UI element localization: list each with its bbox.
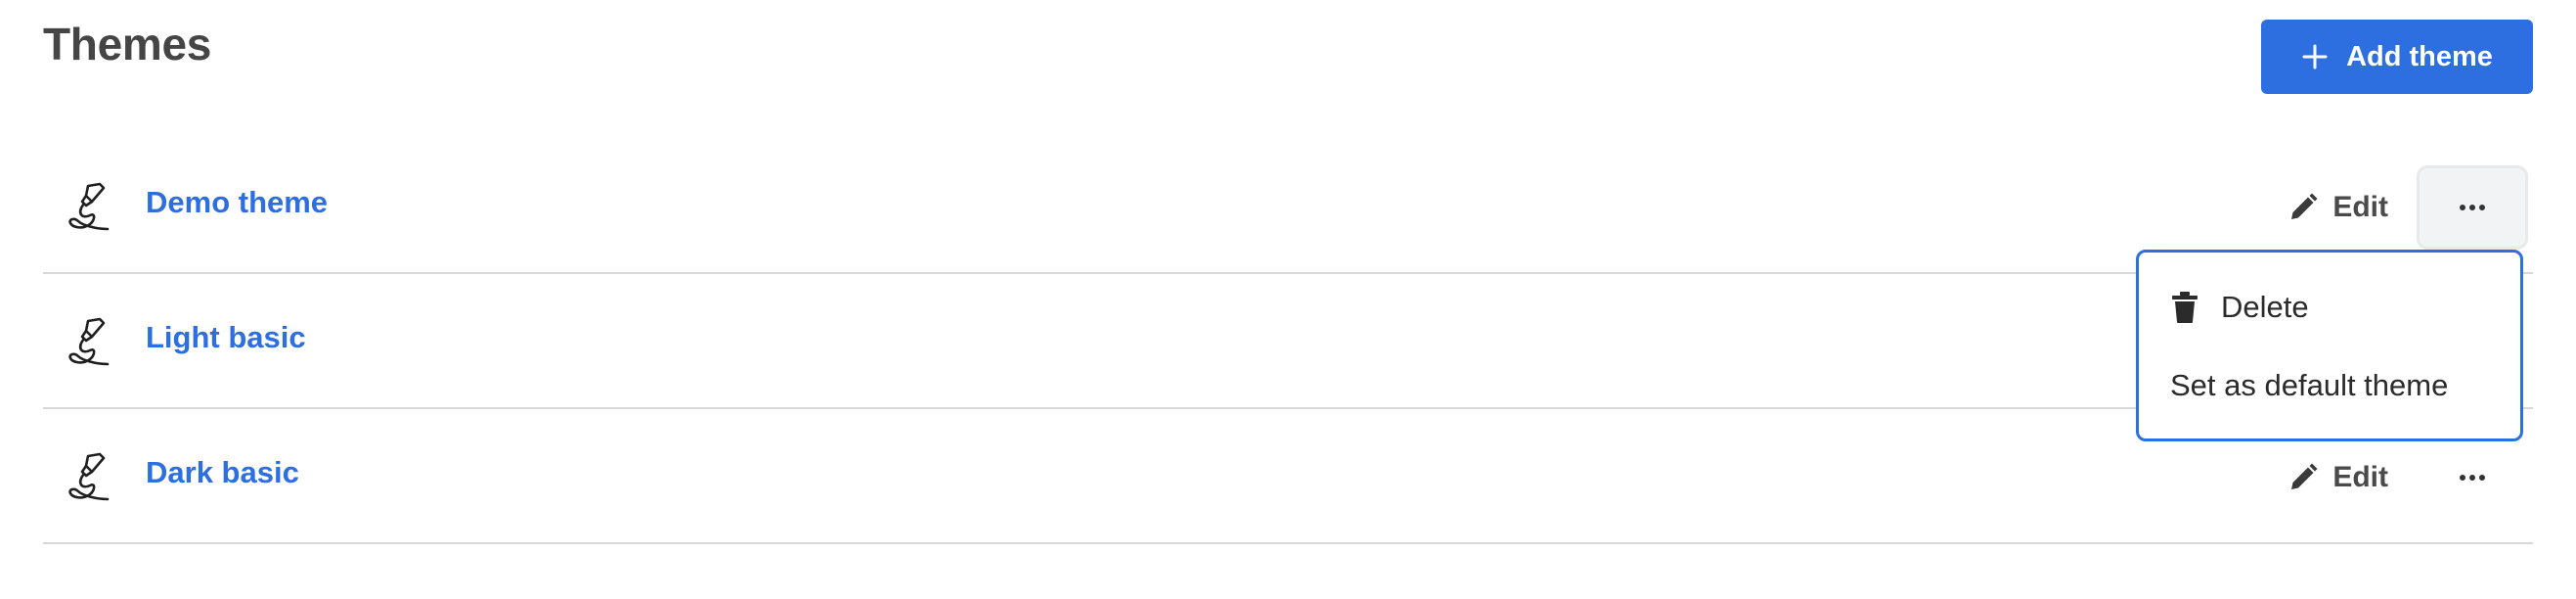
dots-icon bbox=[2458, 203, 2487, 212]
page-header: Themes Add theme bbox=[43, 18, 2533, 96]
themes-page: Themes Add theme Demo theme Edit Light b… bbox=[0, 0, 2576, 599]
menu-item-set-default[interactable]: Set as default theme bbox=[2139, 346, 2520, 425]
pencil-icon bbox=[2287, 192, 2319, 223]
more-options-button[interactable] bbox=[2420, 438, 2525, 517]
page-title: Themes bbox=[43, 19, 212, 69]
menu-item-label: Set as default theme bbox=[2170, 368, 2449, 402]
more-options-button[interactable] bbox=[2420, 168, 2525, 247]
theme-options-menu: Delete Set as default theme bbox=[2136, 250, 2523, 441]
theme-name-link[interactable]: Dark basic bbox=[146, 455, 299, 490]
dots-icon bbox=[2458, 473, 2487, 483]
add-theme-label: Add theme bbox=[2346, 40, 2493, 72]
theme-name-link[interactable]: Demo theme bbox=[146, 185, 328, 220]
add-theme-button[interactable]: Add theme bbox=[2261, 20, 2533, 94]
edit-label: Edit bbox=[2332, 461, 2388, 493]
brush-icon bbox=[63, 450, 117, 505]
menu-item-label: Delete bbox=[2221, 290, 2309, 324]
row-actions: Edit bbox=[2274, 168, 2525, 247]
edit-label: Edit bbox=[2332, 191, 2388, 223]
brush-icon bbox=[63, 180, 117, 235]
pencil-icon bbox=[2287, 462, 2319, 493]
edit-button[interactable]: Edit bbox=[2274, 443, 2402, 512]
edit-button[interactable]: Edit bbox=[2274, 173, 2402, 242]
menu-item-delete[interactable]: Delete bbox=[2139, 268, 2520, 346]
brush-icon bbox=[63, 315, 117, 370]
trash-icon bbox=[2170, 291, 2199, 324]
plus-icon bbox=[2301, 43, 2329, 70]
row-actions: Edit bbox=[2274, 438, 2525, 517]
theme-name-link[interactable]: Light basic bbox=[146, 320, 306, 355]
